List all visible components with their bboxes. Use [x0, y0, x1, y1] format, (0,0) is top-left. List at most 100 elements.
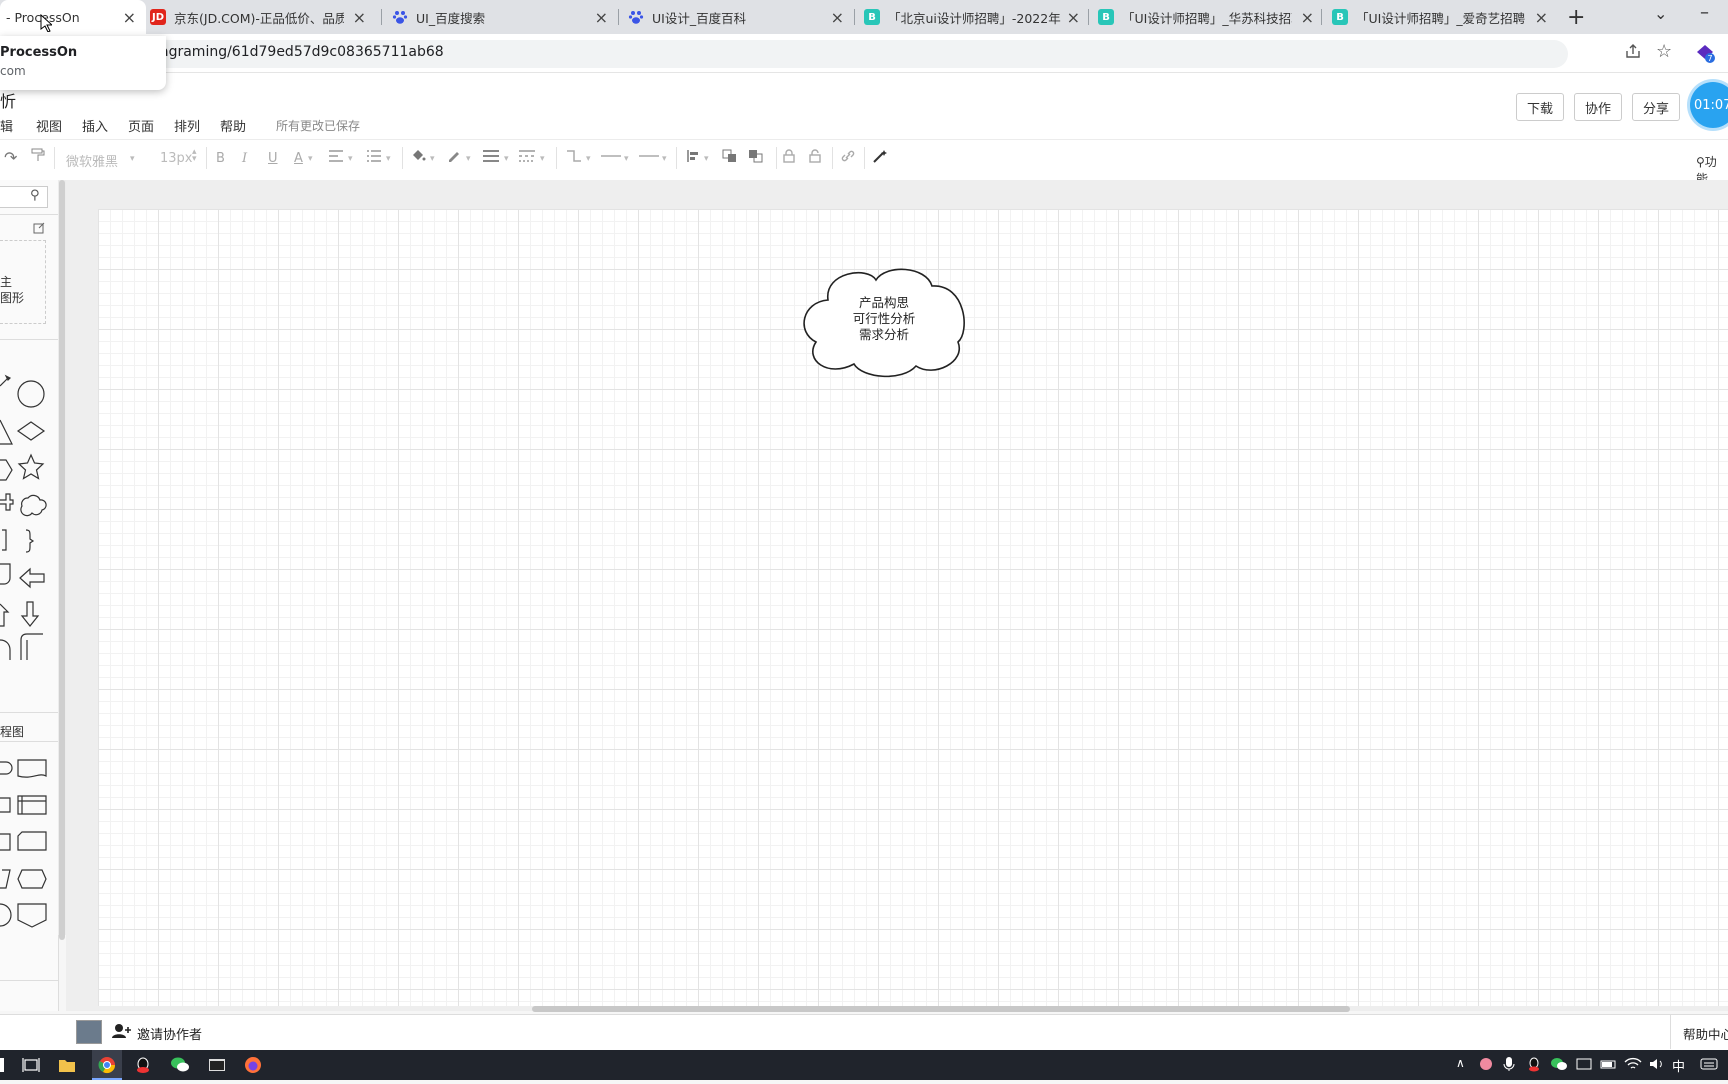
italic-button[interactable]: I	[242, 151, 247, 166]
line-style-icon[interactable]	[518, 149, 536, 167]
connector-type-icon[interactable]	[566, 149, 582, 167]
close-icon[interactable]: ×	[1301, 8, 1314, 27]
chevron-down-icon[interactable]: ▾	[130, 154, 135, 164]
align-objects-icon[interactable]	[686, 149, 702, 167]
chevron-down-icon[interactable]: ▾	[504, 154, 509, 164]
screen-tray-icon[interactable]	[1576, 1056, 1594, 1074]
menu-help[interactable]: 帮助	[220, 116, 246, 135]
bring-front-icon[interactable]	[722, 149, 738, 167]
redo-icon[interactable]: ↷	[4, 148, 17, 167]
wechat-tray-icon[interactable]	[1550, 1056, 1568, 1074]
battery-icon[interactable]	[1600, 1056, 1618, 1074]
tray-app-icon[interactable]	[1478, 1056, 1496, 1074]
close-icon[interactable]: ×	[1535, 8, 1548, 27]
chevron-down-icon[interactable]: ▾	[348, 154, 353, 164]
wechat-icon[interactable]	[170, 1056, 189, 1074]
format-painter-icon[interactable]	[30, 147, 46, 167]
chevron-down-icon[interactable]: ▾	[540, 154, 545, 164]
share-button[interactable]: 分享	[1632, 93, 1680, 121]
collaborate-button[interactable]: 协作	[1574, 93, 1622, 121]
close-icon[interactable]: ×	[1067, 8, 1080, 27]
chevron-down-icon[interactable]: ▾	[430, 154, 435, 164]
qq-tray-icon[interactable]	[1526, 1056, 1544, 1074]
line-end-icon[interactable]	[638, 149, 660, 167]
task-view-icon[interactable]	[22, 1056, 40, 1074]
canvas-horizontal-scrollbar[interactable]	[532, 1006, 1350, 1012]
start-button-partial[interactable]	[0, 1056, 6, 1074]
document-title[interactable]: 忻	[0, 88, 16, 112]
menu-edit[interactable]: 辑	[0, 116, 13, 135]
close-icon[interactable]: ×	[123, 8, 136, 27]
chevron-down-icon[interactable]: ▾	[466, 154, 471, 164]
send-back-icon[interactable]	[748, 149, 764, 167]
line-start-icon[interactable]	[600, 149, 622, 167]
flowchart-shapes-grid[interactable]	[0, 756, 58, 936]
microphone-icon[interactable]	[1502, 1056, 1520, 1074]
font-family-select[interactable]: 微软雅黑	[66, 151, 118, 170]
shape-search-input[interactable]	[0, 186, 48, 208]
tab-jd[interactable]: JD 京东(JD.COM)-正品低价、品质 ×	[150, 0, 376, 34]
chrome-taskbar-item[interactable]	[92, 1050, 122, 1080]
close-icon[interactable]: ×	[595, 8, 608, 27]
chevron-down-icon[interactable]: ▾	[704, 154, 709, 164]
line-weight-icon[interactable]	[482, 149, 500, 167]
chevron-down-icon[interactable]: ▾	[386, 154, 391, 164]
edit-library-icon[interactable]	[33, 222, 45, 238]
input-method-icon[interactable]	[1700, 1056, 1718, 1074]
link-icon[interactable]	[840, 149, 856, 167]
tab-processon[interactable]: - ProcessOn ×	[0, 0, 146, 34]
fill-bucket-icon[interactable]	[410, 149, 426, 167]
cloud-shape-text[interactable]: 产品构思 可行性分析 需求分析	[830, 295, 938, 343]
menu-view[interactable]: 视图	[36, 116, 62, 135]
basic-shapes-grid[interactable]	[0, 370, 58, 660]
tray-expand-icon[interactable]: ∧	[1456, 1056, 1465, 1070]
qq-icon[interactable]	[134, 1056, 152, 1074]
tab-baidu-search[interactable]: UI_百度搜索 ×	[392, 0, 618, 34]
tab-baidu-baike[interactable]: UI设计_百度百科 ×	[628, 0, 854, 34]
avatar[interactable]	[76, 1020, 102, 1044]
tab-boss-iqiyi[interactable]: B 「UI设计师招聘」_爱奇艺招聘 ×	[1332, 0, 1558, 34]
chevron-down-icon[interactable]: ▾	[662, 154, 667, 164]
chevron-down-icon[interactable]: ⌄	[1654, 4, 1667, 23]
underline-button[interactable]: U	[268, 151, 278, 166]
help-center-link[interactable]: 帮助中心	[1683, 1024, 1728, 1043]
minimize-icon[interactable]: –	[1700, 2, 1709, 23]
close-icon[interactable]: ×	[353, 8, 366, 27]
chevron-down-icon[interactable]: ▾	[586, 154, 591, 164]
ime-indicator[interactable]: 中	[1672, 1056, 1685, 1075]
list-icon[interactable]	[366, 149, 382, 167]
tab-boss-huasu[interactable]: B 「UI设计师招聘」_华苏科技招聘 ×	[1098, 0, 1324, 34]
menu-insert[interactable]: 插入	[82, 116, 108, 135]
share-page-icon[interactable]	[1624, 42, 1642, 64]
align-left-icon[interactable]	[328, 149, 344, 167]
lock-icon[interactable]	[782, 149, 796, 167]
scrollbar-thumb[interactable]	[59, 180, 65, 940]
new-tab-button[interactable]: +	[1567, 5, 1585, 30]
bookmark-star-icon[interactable]: ☆	[1656, 41, 1672, 62]
volume-icon[interactable]	[1648, 1056, 1666, 1074]
flowchart-section-title[interactable]: 程图	[0, 723, 24, 740]
invite-collaborators-button[interactable]: 邀请协作者	[137, 1024, 202, 1043]
menu-arrange[interactable]: 排列	[174, 116, 200, 135]
url-text[interactable]: agraming/61d79ed57d9c08365711ab68	[160, 44, 444, 60]
chevron-down-icon[interactable]: ▾	[308, 154, 313, 164]
file-explorer-icon[interactable]	[58, 1056, 76, 1074]
firefox-icon[interactable]	[244, 1056, 262, 1074]
magic-wand-icon[interactable]	[872, 149, 888, 167]
extension-icon[interactable]: 7	[1694, 42, 1716, 68]
download-button[interactable]: 下载	[1516, 93, 1564, 121]
recording-timer[interactable]: 01:07	[1690, 82, 1728, 128]
terminal-icon[interactable]	[208, 1056, 226, 1074]
font-color-button[interactable]: A	[294, 151, 303, 166]
search-icon[interactable]: ⚲	[30, 188, 40, 203]
pen-line-color-icon[interactable]	[446, 149, 462, 167]
close-icon[interactable]: ×	[831, 8, 844, 27]
stepper-icon[interactable]: ▴ ▾	[192, 148, 197, 164]
left-panel-scrollbar[interactable]	[58, 180, 66, 940]
font-size-select[interactable]: 13px	[160, 151, 193, 166]
bold-button[interactable]: B	[216, 151, 225, 166]
wifi-icon[interactable]	[1624, 1056, 1642, 1074]
add-user-icon[interactable]	[112, 1023, 132, 1043]
chevron-down-icon[interactable]: ▾	[624, 154, 629, 164]
tab-boss-beijing[interactable]: B 「北京ui设计师招聘」-2022年 ×	[864, 0, 1090, 34]
